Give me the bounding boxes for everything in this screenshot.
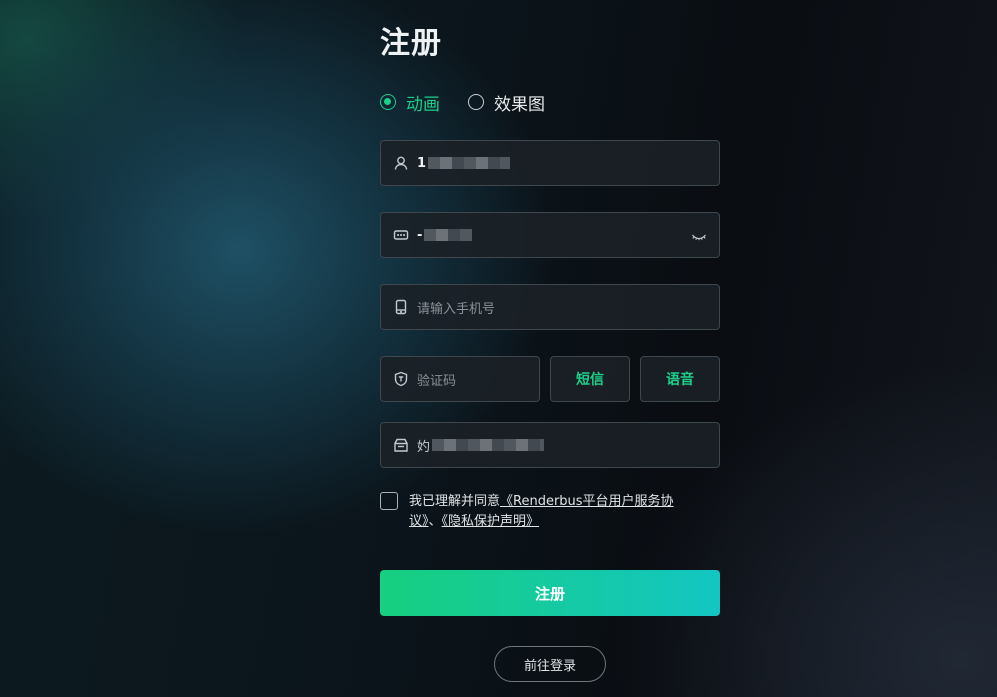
- mailbox-icon: [393, 437, 409, 453]
- agreement-checkbox[interactable]: [380, 492, 398, 510]
- username-field[interactable]: 1: [380, 140, 720, 186]
- agreement-row: 我已理解并同意《Renderbus平台用户服务协议》、《隐私保护声明》: [380, 492, 700, 532]
- privacy-statement-link[interactable]: 《隐私保护声明》: [442, 514, 540, 529]
- type-radio-group: 动画 效果图: [380, 90, 573, 115]
- agreement-prefix: 我已理解并同意: [409, 494, 501, 509]
- user-icon: [393, 155, 409, 171]
- radio-checked-icon: [380, 94, 396, 110]
- masked-text: [428, 157, 511, 169]
- email-value: 妁: [417, 439, 431, 455]
- phone-placeholder: 请输入手机号: [417, 301, 496, 317]
- radio-animation[interactable]: 动画: [380, 90, 440, 115]
- page-title: 注册: [380, 26, 442, 61]
- username-value: 1: [417, 155, 427, 171]
- eye-closed-icon[interactable]: [691, 228, 707, 244]
- agreement-separator: 、: [428, 514, 442, 529]
- mobile-phone-icon: [393, 299, 409, 315]
- password-icon: [393, 227, 409, 243]
- sms-code-button[interactable]: 短信: [550, 356, 630, 402]
- agreement-text: 我已理解并同意《Renderbus平台用户服务协议》、《隐私保护声明》: [409, 492, 700, 532]
- shield-icon: [393, 371, 409, 387]
- password-value: -: [417, 227, 423, 243]
- radio-label: 动画: [406, 94, 440, 115]
- email-field[interactable]: 妁: [380, 422, 720, 468]
- radio-rendering[interactable]: 效果图: [468, 90, 545, 115]
- verification-code-field[interactable]: 验证码: [380, 356, 540, 402]
- code-placeholder: 验证码: [417, 373, 457, 389]
- radio-unchecked-icon: [468, 94, 484, 110]
- radio-label: 效果图: [494, 94, 545, 115]
- register-button[interactable]: 注册: [380, 570, 720, 616]
- go-to-login-button[interactable]: 前往登录: [494, 646, 606, 682]
- phone-field[interactable]: 请输入手机号: [380, 284, 720, 330]
- masked-text: [424, 229, 473, 241]
- password-field[interactable]: -: [380, 212, 720, 258]
- masked-text: [432, 439, 545, 451]
- voice-code-button[interactable]: 语音: [640, 356, 720, 402]
